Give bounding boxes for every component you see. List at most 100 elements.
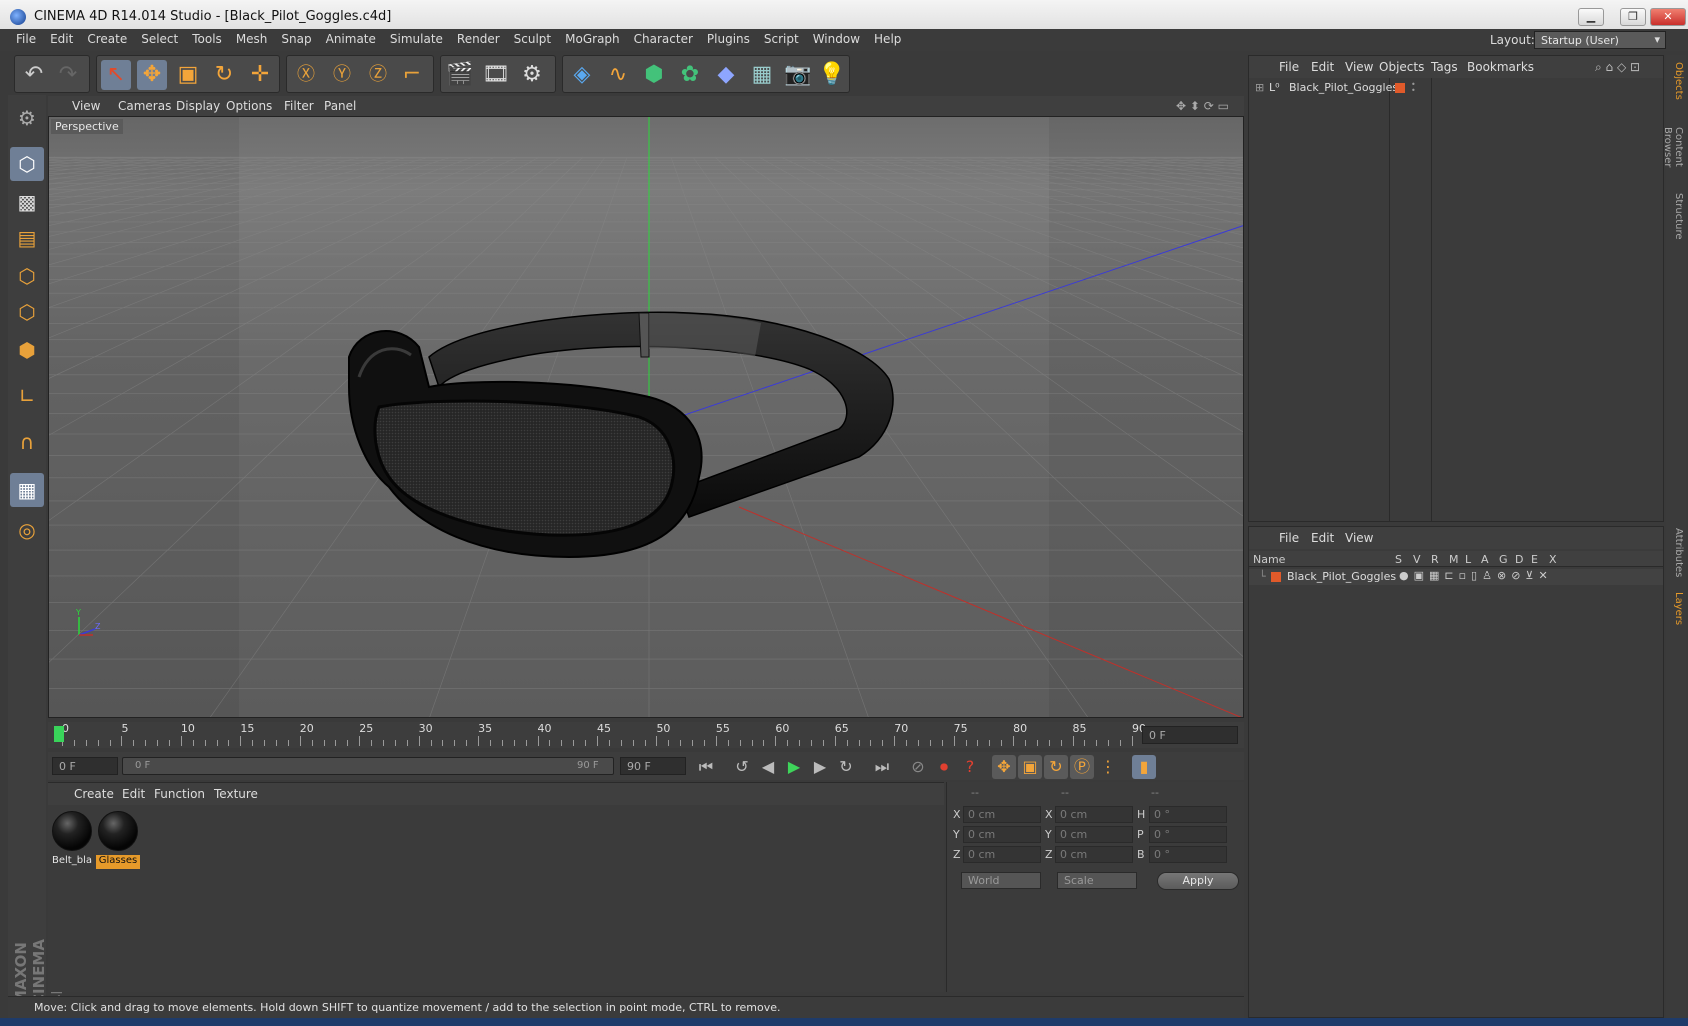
viewport-menu-view[interactable]: View (72, 99, 100, 113)
layer-menu-view[interactable]: View (1345, 531, 1373, 545)
record-keys-icon[interactable]: ⊘ (906, 755, 930, 779)
menu-tools[interactable]: Tools (192, 32, 222, 46)
rotate-icon[interactable]: ↻ (209, 60, 239, 90)
menu-create[interactable]: Create (87, 32, 127, 46)
object-row[interactable]: ⊞ L⁰ Black_Pilot_Goggles (1253, 80, 1398, 96)
layer-column-d[interactable]: D (1515, 553, 1523, 566)
tab-attributes[interactable]: Attributes (1668, 525, 1684, 581)
key-rotation-icon[interactable]: ↻ (1044, 755, 1068, 779)
menu-mograph[interactable]: MoGraph (565, 32, 620, 46)
material-menu-function[interactable]: Function (154, 787, 205, 801)
locked-workplane-icon[interactable]: ◎ (10, 513, 44, 547)
material-belt[interactable]: Belt_bla (50, 809, 94, 869)
pos-z-field[interactable]: 0 cm (963, 846, 1041, 863)
obj-menu-file[interactable]: File (1279, 60, 1299, 74)
axis-mode-icon[interactable]: ∟ (10, 379, 44, 413)
size-z-field[interactable]: 0 cm (1055, 846, 1133, 863)
apply-button[interactable]: Apply (1157, 872, 1239, 890)
obj-menu-tags[interactable]: Tags (1431, 60, 1458, 74)
layer-menu-file[interactable]: File (1279, 531, 1299, 545)
menu-window[interactable]: Window (813, 32, 860, 46)
y-axis-lock-icon[interactable]: Ⓨ (327, 60, 357, 90)
layer-menu-edit[interactable]: Edit (1311, 531, 1334, 545)
layer-column-l[interactable]: L (1465, 553, 1471, 566)
viewport-nav-icons[interactable]: ✥ ⬍ ⟳ ▭ (1176, 99, 1229, 113)
menu-help[interactable]: Help (874, 32, 901, 46)
polygons-mode-icon[interactable]: ⬢ (10, 333, 44, 367)
rot-p-field[interactable]: 0 ° (1149, 826, 1227, 843)
timeline-window-icon[interactable]: ▮ (1132, 755, 1156, 779)
size-y-field[interactable]: 0 cm (1055, 826, 1133, 843)
rot-b-field[interactable]: 0 ° (1149, 846, 1227, 863)
edges-mode-icon[interactable]: ⬡ (10, 295, 44, 329)
z-axis-lock-icon[interactable]: Ⓩ (363, 60, 393, 90)
visibility-dots-icon[interactable]: • • (1411, 81, 1416, 95)
viewport-menu-display[interactable]: Display (176, 99, 220, 113)
menu-edit[interactable]: Edit (50, 32, 73, 46)
next-frame-icon[interactable]: ▶ (808, 755, 832, 779)
layer-column-a[interactable]: A (1481, 553, 1489, 566)
close-button[interactable]: ✕ (1650, 8, 1686, 26)
material-menu-create[interactable]: Create (74, 787, 114, 801)
layer-column-s[interactable]: S (1395, 553, 1402, 566)
layer-column-x[interactable]: X (1549, 553, 1557, 566)
layer-column-r[interactable]: R (1431, 553, 1439, 566)
prev-frame-icon[interactable]: ◀ (756, 755, 780, 779)
go-to-end-icon[interactable]: ⏭ (870, 755, 894, 779)
menu-mesh[interactable]: Mesh (236, 32, 268, 46)
layer-column-name[interactable]: Name (1253, 553, 1285, 566)
size-x-field[interactable]: 0 cm (1055, 806, 1133, 823)
layer-column-v[interactable]: V (1413, 553, 1421, 566)
material-menu-edit[interactable]: Edit (122, 787, 145, 801)
menu-animate[interactable]: Animate (326, 32, 376, 46)
minimize-button[interactable]: ▁ (1578, 8, 1604, 26)
make-editable-icon[interactable]: ⚙ (10, 101, 44, 135)
perspective-viewport[interactable]: Y Z Perspective (48, 116, 1244, 718)
x-axis-lock-icon[interactable]: Ⓧ (291, 60, 321, 90)
obj-menu-edit[interactable]: Edit (1311, 60, 1334, 74)
menu-render[interactable]: Render (457, 32, 500, 46)
viewport-menu-cameras[interactable]: Cameras (118, 99, 171, 113)
array-icon[interactable]: ✿ (675, 60, 705, 90)
camera-icon[interactable]: 📷 (783, 60, 813, 90)
start-frame-field[interactable]: 0 F (52, 757, 118, 775)
menu-file[interactable]: File (16, 32, 36, 46)
cube-icon[interactable]: ◈ (567, 60, 597, 90)
key-scale-icon[interactable]: ▣ (1018, 755, 1042, 779)
layer-column-m[interactable]: M (1449, 553, 1459, 566)
render-view-icon[interactable]: 🎬 (445, 60, 475, 90)
scale-icon[interactable]: ▣ (173, 60, 203, 90)
timeline-ruler[interactable]: 0 5 10 15 20 25 30 35 40 45 50 55 60 65 70 75 80 85 90 0 F (48, 722, 1244, 748)
viewport-menu-filter[interactable]: Filter (284, 99, 314, 113)
light-icon[interactable]: 💡 (817, 60, 847, 90)
play-icon[interactable]: ▶ (782, 755, 806, 779)
workplane-lock-icon[interactable]: ▦ (10, 473, 44, 507)
next-key-icon[interactable]: ↻ (834, 755, 858, 779)
material-menu-texture[interactable]: Texture (214, 787, 258, 801)
layer-column-g[interactable]: G (1499, 553, 1508, 566)
prev-key-icon[interactable]: ↺ (730, 755, 754, 779)
expand-icon[interactable]: ⊞ (1255, 81, 1264, 94)
current-frame-field[interactable]: 0 F (1142, 726, 1238, 744)
menu-character[interactable]: Character (634, 32, 693, 46)
model-mode-icon[interactable]: ⬡ (10, 147, 44, 181)
playhead-marker[interactable] (54, 726, 64, 742)
menu-snap[interactable]: Snap (281, 32, 311, 46)
end-frame-field[interactable]: 90 F (620, 757, 686, 775)
menu-select[interactable]: Select (141, 32, 178, 46)
menu-script[interactable]: Script (764, 32, 799, 46)
coordinate-space-select[interactable]: World (961, 872, 1041, 889)
tab-objects[interactable]: Objects (1668, 59, 1684, 103)
points-mode-icon[interactable]: ⬡ (10, 259, 44, 293)
coordinate-system-icon[interactable]: ⌐ (397, 60, 427, 90)
obj-menu-view[interactable]: View (1345, 60, 1373, 74)
key-point-icon[interactable]: ⋮ (1096, 755, 1120, 779)
maximize-button[interactable]: ❐ (1620, 8, 1646, 26)
pos-x-field[interactable]: 0 cm (963, 806, 1041, 823)
menu-plugins[interactable]: Plugins (707, 32, 750, 46)
layer-color-icon[interactable] (1271, 572, 1281, 582)
create-tool-icon[interactable]: ✛ (245, 60, 275, 90)
obj-menu-objects[interactable]: Objects (1379, 60, 1424, 74)
deformer-icon[interactable]: ◆ (711, 60, 741, 90)
menu-sculpt[interactable]: Sculpt (514, 32, 551, 46)
